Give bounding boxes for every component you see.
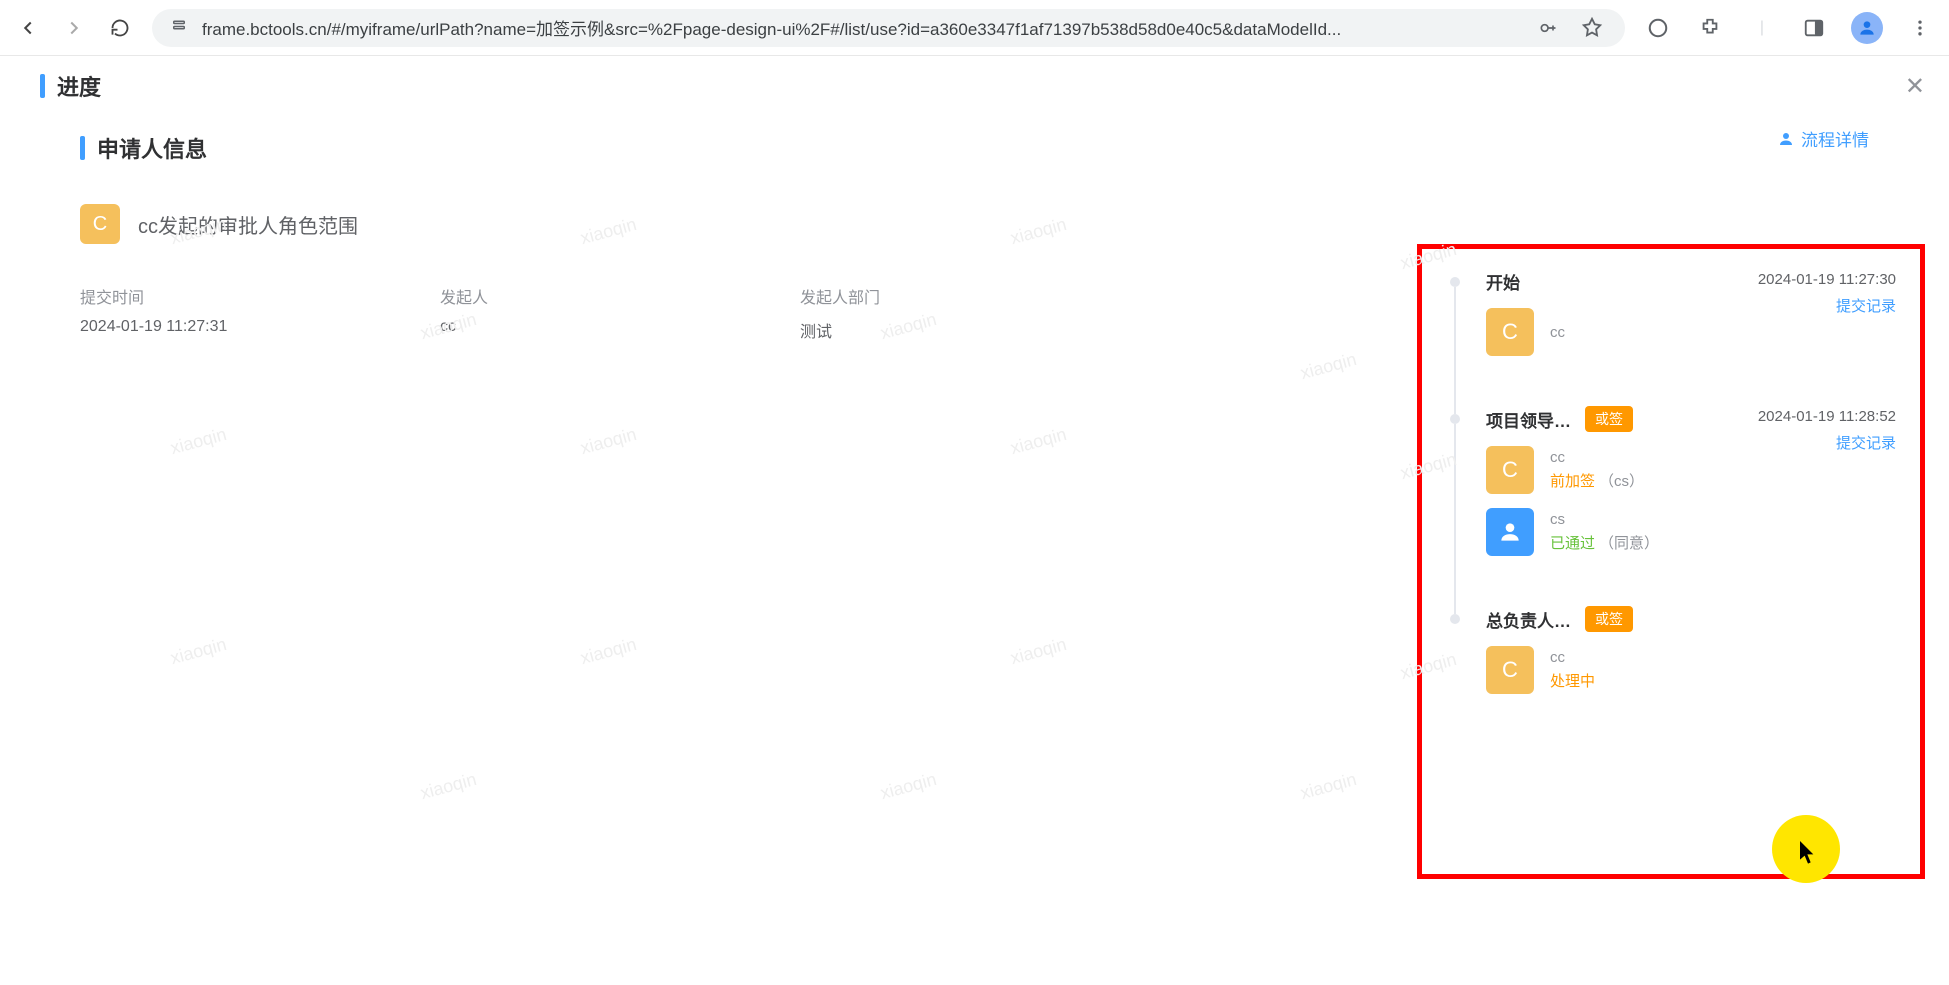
timeline-title: 总负责人…: [1486, 607, 1571, 632]
flow-details-link[interactable]: 流程详情: [1777, 126, 1869, 151]
profile-avatar[interactable]: [1851, 12, 1883, 44]
timeline-line: [1454, 424, 1456, 614]
timeline-dot: [1450, 414, 1460, 424]
actor-status: 处理中: [1550, 673, 1595, 690]
actor-status: 已通过: [1550, 535, 1595, 552]
actor-avatar: C: [1486, 646, 1534, 694]
section-header: 申请人信息: [80, 132, 1909, 164]
watermark: xiaoqin: [878, 769, 939, 804]
separator: |: [1747, 13, 1777, 43]
timeline-head: 总负责人… 或签: [1486, 606, 1896, 632]
applicant-row: C cc发起的审批人角色范围: [80, 204, 1909, 244]
timeline-time: 2024-01-19 11:28:52: [1758, 408, 1896, 425]
close-icon[interactable]: ✕: [1905, 72, 1925, 101]
info-submit-time: 提交时间 2024-01-19 11:27:31: [80, 284, 280, 342]
sidepanel-icon[interactable]: [1799, 13, 1829, 43]
extensions-icon[interactable]: [1695, 13, 1725, 43]
circle-icon[interactable]: [1643, 13, 1673, 43]
site-info-icon[interactable]: [170, 16, 188, 39]
timeline-tag: 或签: [1585, 406, 1633, 432]
watermark: xiaoqin: [168, 424, 229, 459]
watermark: xiaoqin: [578, 424, 639, 459]
menu-icon[interactable]: [1905, 13, 1935, 43]
password-icon[interactable]: [1533, 13, 1563, 43]
header-accent: [40, 74, 45, 98]
timeline-time: 2024-01-19 11:27:30: [1758, 271, 1896, 288]
timeline-tag: 或签: [1585, 606, 1633, 632]
actor-name: cc: [1550, 324, 1565, 341]
timeline-dot: [1450, 277, 1460, 287]
applicant-name: cc发起的审批人角色范围: [138, 210, 358, 239]
actor-name: cs: [1550, 511, 1659, 528]
info-label: 提交时间: [80, 284, 280, 308]
page-title: 进度: [57, 70, 101, 102]
watermark: xiaoqin: [1008, 634, 1069, 669]
cursor-highlight: [1772, 815, 1840, 883]
watermark: xiaoqin: [168, 634, 229, 669]
timeline-item: 总负责人… 或签 C cc 处理中: [1446, 606, 1896, 744]
timeline-link[interactable]: 提交记录: [1836, 295, 1896, 316]
info-value: 测试: [800, 318, 1000, 342]
info-label: 发起人部门: [800, 284, 1000, 308]
browser-bar: frame.bctools.cn/#/myiframe/urlPath?name…: [0, 0, 1949, 56]
timeline-head: 开始 2024-01-19 11:27:30 提交记录: [1486, 269, 1896, 294]
timeline-title: 开始: [1486, 269, 1520, 294]
timeline-item: 项目领导… 或签 2024-01-19 11:28:52 提交记录 C cc 前…: [1446, 406, 1896, 606]
section-accent: [80, 136, 85, 160]
actor-status: 前加签: [1550, 473, 1595, 490]
watermark: xiaoqin: [1298, 769, 1359, 804]
actor-avatar: [1486, 508, 1534, 556]
applicant-avatar: C: [80, 204, 120, 244]
actor-name: cc: [1550, 649, 1595, 666]
page-header: 进度: [40, 70, 1909, 102]
reload-button[interactable]: [106, 14, 134, 42]
back-button[interactable]: [14, 14, 42, 42]
browser-right-icons: |: [1643, 12, 1935, 44]
watermark: xiaoqin: [418, 769, 479, 804]
timeline-actor: C cc 前加签（cs）: [1486, 446, 1896, 494]
actor-note: （同意）: [1599, 535, 1659, 552]
info-initiator: 发起人 cc: [440, 284, 640, 342]
timeline-link[interactable]: 提交记录: [1836, 432, 1896, 453]
timeline-dot: [1450, 614, 1460, 624]
timeline-actor: cs 已通过（同意）: [1486, 508, 1896, 556]
actor-name: cc: [1550, 449, 1644, 466]
bookmark-icon[interactable]: [1577, 13, 1607, 43]
watermark: xiaoqin: [1298, 349, 1359, 384]
info-label: 发起人: [440, 284, 640, 308]
info-value: cc: [440, 318, 640, 336]
timeline-panel: 开始 2024-01-19 11:27:30 提交记录 C cc 项目领导… 或…: [1417, 244, 1925, 879]
timeline-head: 项目领导… 或签 2024-01-19 11:28:52 提交记录: [1486, 406, 1896, 432]
watermark: xiaoqin: [578, 634, 639, 669]
timeline-title: 项目领导…: [1486, 407, 1571, 432]
section-title: 申请人信息: [97, 132, 207, 164]
timeline: 开始 2024-01-19 11:27:30 提交记录 C cc 项目领导… 或…: [1446, 269, 1896, 744]
actor-avatar: C: [1486, 446, 1534, 494]
flow-details-label: 流程详情: [1801, 126, 1869, 151]
timeline-actor: C cc: [1486, 308, 1896, 356]
watermark: xiaoqin: [1008, 424, 1069, 459]
info-initiator-dept: 发起人部门 测试: [800, 284, 1000, 342]
url-bar[interactable]: frame.bctools.cn/#/myiframe/urlPath?name…: [152, 9, 1625, 47]
actor-avatar: C: [1486, 308, 1534, 356]
timeline-item: 开始 2024-01-19 11:27:30 提交记录 C cc: [1446, 269, 1896, 406]
url-text: frame.bctools.cn/#/myiframe/urlPath?name…: [202, 15, 1519, 40]
timeline-line: [1454, 287, 1456, 414]
timeline-actor: C cc 处理中: [1486, 646, 1896, 694]
actor-note: （cs）: [1599, 473, 1644, 490]
forward-button[interactable]: [60, 14, 88, 42]
info-value: 2024-01-19 11:27:31: [80, 318, 280, 336]
